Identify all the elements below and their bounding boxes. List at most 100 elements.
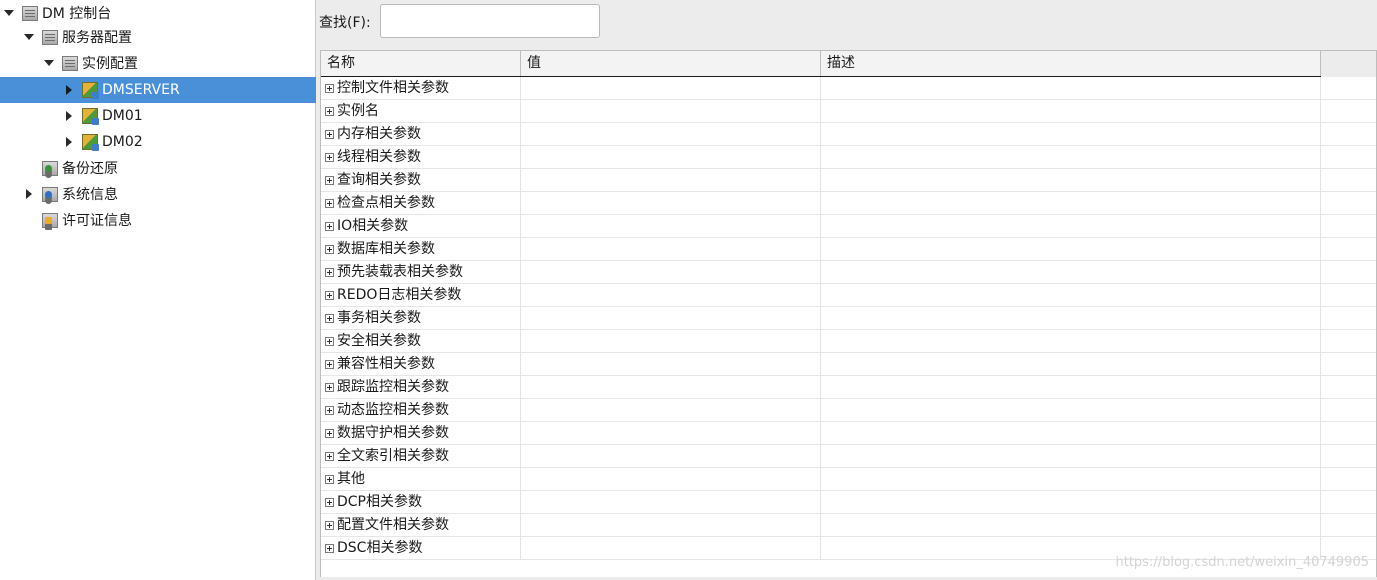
tree-node-label: DMSERVER — [102, 82, 180, 98]
row-label: 数据库相关参数 — [337, 241, 435, 257]
expand-plus-icon[interactable] — [325, 106, 334, 116]
collapse-arrow-icon[interactable] — [22, 187, 36, 201]
table-row[interactable]: 全文索引相关参数 — [321, 445, 1376, 468]
parameter-table: 名称 值 描述 控制文件相关参数 实例名 内存相关参数 线程相关参数 查询相关参数 检查点… — [320, 50, 1377, 577]
expand-plus-icon[interactable] — [325, 313, 334, 323]
filler-cell — [1321, 284, 1376, 306]
table-row[interactable]: 配置文件相关参数 — [321, 514, 1376, 537]
collapse-arrow-icon[interactable] — [62, 109, 76, 123]
tree-node-label: DM 控制台 — [42, 6, 112, 22]
description-cell — [821, 100, 1321, 122]
expand-plus-icon[interactable] — [325, 451, 334, 461]
instance-config-icon — [62, 55, 78, 71]
value-cell — [521, 422, 821, 444]
column-header-description[interactable]: 描述 — [821, 51, 1321, 76]
collapse-arrow-icon[interactable] — [62, 135, 76, 149]
tree-node-label: 系统信息 — [62, 187, 118, 203]
filler-cell — [1321, 468, 1376, 490]
filler-cell — [1321, 100, 1376, 122]
value-cell — [521, 330, 821, 352]
expand-plus-icon[interactable] — [325, 474, 334, 484]
name-cell: 检查点相关参数 — [321, 192, 521, 214]
expand-plus-icon[interactable] — [325, 244, 334, 254]
expand-plus-icon[interactable] — [325, 405, 334, 415]
name-cell: 数据库相关参数 — [321, 238, 521, 260]
name-cell: DSC相关参数 — [321, 537, 521, 559]
collapse-arrow-icon[interactable] — [62, 83, 76, 97]
table-row[interactable]: 事务相关参数 — [321, 307, 1376, 330]
name-cell: 全文索引相关参数 — [321, 445, 521, 467]
filler-cell — [1321, 169, 1376, 191]
expand-arrow-icon[interactable] — [22, 30, 36, 44]
table-row[interactable]: 检查点相关参数 — [321, 192, 1376, 215]
tree-node-console[interactable]: DM 控制台 — [0, 0, 316, 26]
expand-arrow-icon[interactable] — [2, 6, 16, 20]
tree-node-system-info[interactable]: 系统信息 — [0, 181, 316, 207]
expand-plus-icon[interactable] — [325, 382, 334, 392]
tree-node-dm01[interactable]: DM01 — [0, 103, 316, 129]
expand-plus-icon[interactable] — [325, 497, 334, 507]
description-cell — [821, 284, 1321, 306]
server-icon — [42, 29, 58, 45]
table-row[interactable]: 跟踪监控相关参数 — [321, 376, 1376, 399]
expand-plus-icon[interactable] — [325, 152, 334, 162]
expand-plus-icon[interactable] — [325, 267, 334, 277]
value-cell — [521, 215, 821, 237]
table-row[interactable]: 预先装载表相关参数 — [321, 261, 1376, 284]
table-row[interactable]: REDO日志相关参数 — [321, 284, 1376, 307]
table-row[interactable]: 线程相关参数 — [321, 146, 1376, 169]
tree-node-label: DM01 — [102, 108, 143, 124]
description-cell — [821, 422, 1321, 444]
table-row[interactable]: 查询相关参数 — [321, 169, 1376, 192]
table-row[interactable]: 动态监控相关参数 — [321, 399, 1376, 422]
search-input[interactable] — [380, 4, 600, 38]
expand-plus-icon[interactable] — [325, 175, 334, 185]
instance-icon — [82, 82, 99, 99]
tree-node-backup[interactable]: 备份还原 — [0, 155, 316, 181]
table-row[interactable]: 实例名 — [321, 100, 1376, 123]
table-row[interactable]: 安全相关参数 — [321, 330, 1376, 353]
table-row[interactable]: 数据库相关参数 — [321, 238, 1376, 261]
table-row[interactable]: 控制文件相关参数 — [321, 77, 1376, 100]
table-row[interactable]: 兼容性相关参数 — [321, 353, 1376, 376]
table-row[interactable]: 内存相关参数 — [321, 123, 1376, 146]
row-label: 动态监控相关参数 — [337, 402, 449, 418]
expand-plus-icon[interactable] — [325, 520, 334, 530]
column-header-value[interactable]: 值 — [521, 51, 821, 76]
filler-cell — [1321, 491, 1376, 513]
name-cell: 配置文件相关参数 — [321, 514, 521, 536]
expand-plus-icon[interactable] — [325, 198, 334, 208]
tree-node-license[interactable]: 许可证信息 — [0, 207, 316, 233]
expand-plus-icon[interactable] — [325, 543, 334, 553]
description-cell — [821, 77, 1321, 99]
expand-plus-icon[interactable] — [325, 83, 334, 93]
tree-node-server-config[interactable]: 服务器配置 — [0, 24, 316, 50]
row-label: 数据守护相关参数 — [337, 425, 449, 441]
expand-plus-icon[interactable] — [325, 221, 334, 231]
table-row[interactable]: DCP相关参数 — [321, 491, 1376, 514]
table-row[interactable]: IO相关参数 — [321, 215, 1376, 238]
row-label: DSC相关参数 — [337, 540, 423, 556]
name-cell: 安全相关参数 — [321, 330, 521, 352]
expand-arrow-icon[interactable] — [42, 56, 56, 70]
table-row[interactable]: 数据守护相关参数 — [321, 422, 1376, 445]
expand-plus-icon[interactable] — [325, 336, 334, 346]
description-cell — [821, 514, 1321, 536]
filler-cell — [1321, 376, 1376, 398]
tree-node-instance-config[interactable]: 实例配置 — [0, 50, 316, 76]
value-cell — [521, 537, 821, 559]
value-cell — [521, 307, 821, 329]
tree-node-dm02[interactable]: DM02 — [0, 129, 316, 155]
expand-plus-icon[interactable] — [325, 428, 334, 438]
license-icon — [42, 212, 58, 228]
expand-plus-icon[interactable] — [325, 129, 334, 139]
column-header-name[interactable]: 名称 — [321, 51, 521, 76]
value-cell — [521, 399, 821, 421]
description-cell — [821, 215, 1321, 237]
value-cell — [521, 146, 821, 168]
table-row[interactable]: 其他 — [321, 468, 1376, 491]
expand-plus-icon[interactable] — [325, 290, 334, 300]
tree-node-dmserver[interactable]: DMSERVER — [0, 77, 316, 103]
expand-plus-icon[interactable] — [325, 359, 334, 369]
filler-cell — [1321, 514, 1376, 536]
